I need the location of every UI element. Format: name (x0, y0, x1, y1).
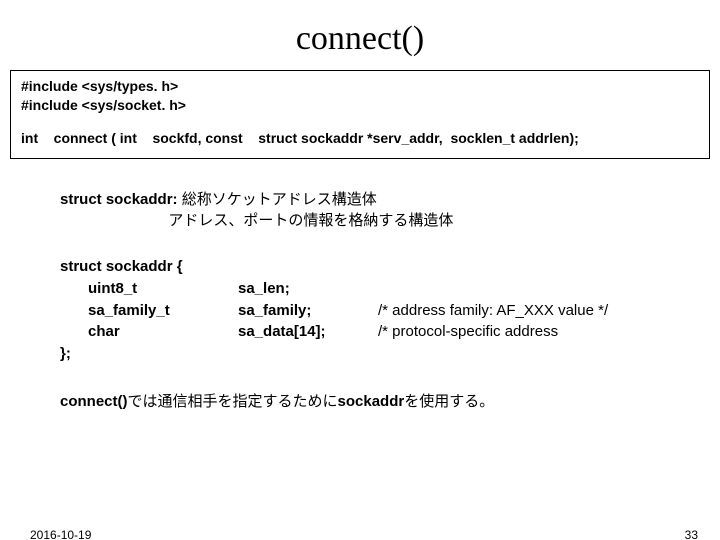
function-signature: int connect ( int sockfd, const struct s… (21, 129, 699, 148)
body-content: struct sockaddr: 総称ソケットアドレス構造体 アドレス、ポートの… (60, 189, 720, 413)
include-line-1: #include <sys/types. h> (21, 77, 699, 96)
struct-m1-type: uint8_t (60, 278, 238, 300)
usage-description: connect()では通信相手を指定するためにsockaddrを使用する。 (60, 391, 720, 413)
footer-date: 2016-10-19 (30, 528, 91, 540)
struct-m1-name: sa_len; (238, 278, 378, 300)
struct-m3-comment: /* protocol-specific address (378, 321, 720, 343)
desc-end: を使用する。 (404, 393, 494, 410)
struct-m2-comment: /* address family: AF_XXX value */ (378, 300, 720, 322)
struct-member-1: uint8_t sa_len; (60, 278, 720, 300)
struct-definition: struct sockaddr { uint8_t sa_len; sa_fam… (60, 256, 720, 365)
struct-m3-name: sa_data[14]; (238, 321, 378, 343)
sockaddr-label: struct sockaddr: (60, 191, 182, 208)
struct-open: struct sockaddr { (60, 256, 720, 278)
sockaddr-desc1-text: 総称ソケットアドレス構造体 (182, 191, 377, 208)
sockaddr-desc-line1: struct sockaddr: 総称ソケットアドレス構造体 (60, 189, 720, 211)
blank-line (21, 115, 699, 129)
struct-member-3: char sa_data[14]; /* protocol-specific a… (60, 321, 720, 343)
struct-member-2: sa_family_t sa_family; /* address family… (60, 300, 720, 322)
slide-title: connect() (0, 20, 720, 58)
struct-m1-comment (378, 278, 720, 300)
struct-m2-name: sa_family; (238, 300, 378, 322)
struct-close: }; (60, 343, 720, 365)
desc-bold2: sockaddr (338, 393, 405, 410)
code-box: #include <sys/types. h> #include <sys/so… (10, 70, 710, 159)
desc-mid: では通信相手を指定するために (128, 393, 338, 410)
include-line-2: #include <sys/socket. h> (21, 96, 699, 115)
desc-bold1: connect() (60, 393, 128, 410)
struct-m2-type: sa_family_t (60, 300, 238, 322)
struct-m3-type: char (60, 321, 238, 343)
footer-page-number: 33 (685, 528, 698, 540)
sockaddr-desc-line2: アドレス、ポートの情報を格納する構造体 (60, 210, 720, 232)
